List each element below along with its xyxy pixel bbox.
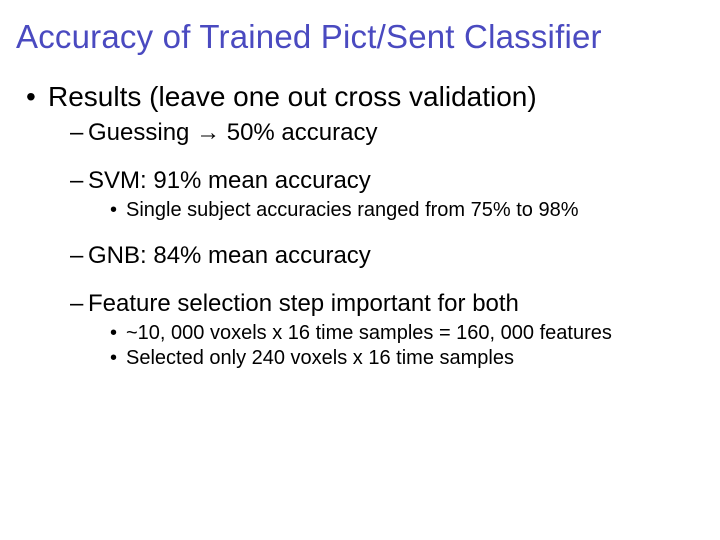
list-item: GNB: 84% mean accuracy <box>70 241 704 271</box>
bullet-list-level1: Results (leave one out cross validation)… <box>16 80 704 371</box>
list-item: Guessing → 50% accuracy <box>70 118 704 148</box>
feature-sub1-text: ~10, 000 voxels x 16 time samples = 160,… <box>126 322 612 344</box>
arrow-icon: → <box>196 119 220 146</box>
guessing-tail-text: 50% accuracy <box>220 119 377 146</box>
svm-text: SVM: 91% mean accuracy <box>88 167 371 194</box>
feature-sub2-text: Selected only 240 voxels x 16 time sampl… <box>126 347 514 369</box>
slide: Accuracy of Trained Pict/Sent Classifier… <box>0 0 720 540</box>
guessing-text: Guessing <box>88 119 196 146</box>
list-item: SVM: 91% mean accuracy Single subject ac… <box>70 166 704 223</box>
results-heading-text: Results (leave one out cross validation) <box>48 81 537 112</box>
list-item: ~10, 000 voxels x 16 time samples = 160,… <box>110 321 704 346</box>
bullet-list-level3: Single subject accuracies ranged from 75… <box>88 198 704 223</box>
bullet-list-level3: ~10, 000 voxels x 16 time samples = 160,… <box>88 321 704 371</box>
svm-sub-text: Single subject accuracies ranged from 75… <box>126 199 578 221</box>
list-item: Results (leave one out cross validation)… <box>26 80 704 371</box>
list-item: Feature selection step important for bot… <box>70 289 704 371</box>
bullet-list-level2: Guessing → 50% accuracy SVM: 91% mean ac… <box>48 118 704 371</box>
list-item: Single subject accuracies ranged from 75… <box>110 198 704 223</box>
slide-title: Accuracy of Trained Pict/Sent Classifier <box>16 18 704 56</box>
feature-text: Feature selection step important for bot… <box>88 290 519 317</box>
list-item: Selected only 240 voxels x 16 time sampl… <box>110 346 704 371</box>
gnb-text: GNB: 84% mean accuracy <box>88 242 371 269</box>
